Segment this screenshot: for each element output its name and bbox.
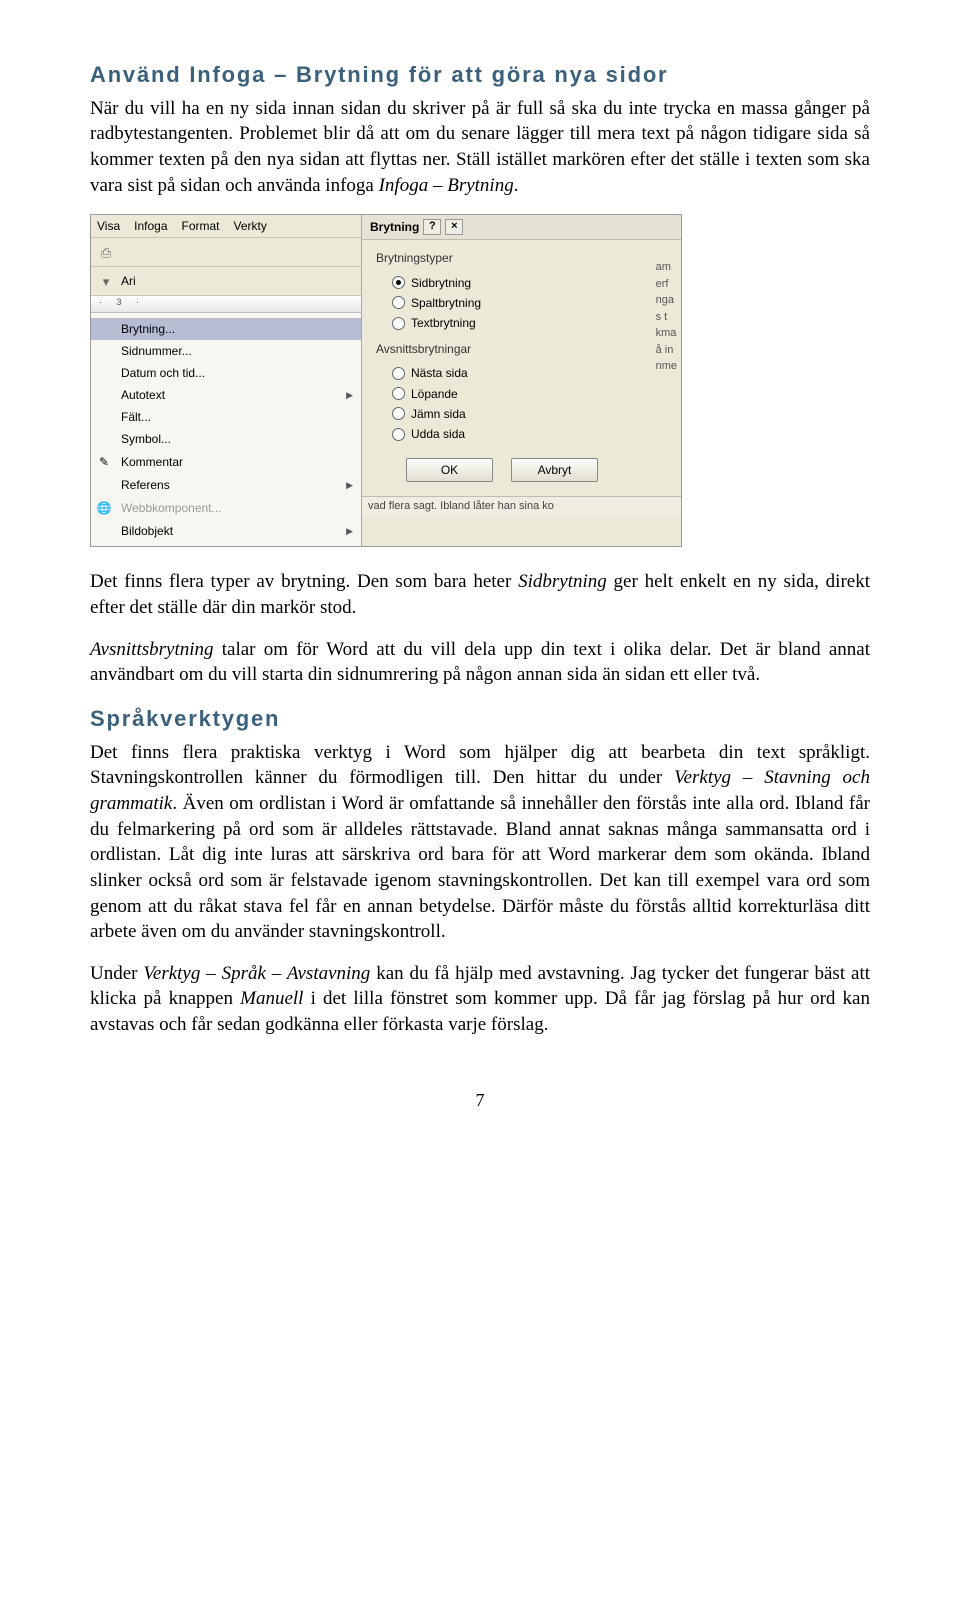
hyphenation-paragraph: Under Verktyg – Språk – Avstavning kan d…	[90, 961, 870, 1038]
horizontal-ruler: · 3 ·	[91, 296, 361, 313]
radio-label: Textbrytning	[411, 315, 476, 331]
menu-item-falt[interactable]: Fält...	[91, 406, 361, 428]
radio-jamn-sida[interactable]: Jämn sida	[376, 404, 667, 424]
menu-item-label: Webbkomponent...	[121, 502, 222, 514]
app-left-panel: Visa Infoga Format Verkty ⎙ ▾ Ari · 3 · …	[91, 215, 362, 546]
menu-path-avstavning: Verktyg – Språk – Avstavning	[143, 963, 370, 984]
dialog-title-text: Brytning	[370, 219, 419, 235]
menu-item-autotext[interactable]: Autotext ▶	[91, 384, 361, 406]
radio-textbrytning[interactable]: Textbrytning	[376, 313, 667, 333]
radio-icon	[392, 317, 405, 330]
dialog-button-row: OK Avbryt	[376, 458, 667, 482]
dialog-titlebar: Brytning ? ×	[362, 215, 681, 240]
menu-item-symbol[interactable]: Symbol...	[91, 428, 361, 450]
menu-item-label: Symbol...	[121, 433, 171, 445]
term-sidbrytning: Sidbrytning	[518, 571, 607, 592]
menu-bar: Visa Infoga Format Verkty	[91, 215, 361, 238]
radio-label: Nästa sida	[411, 365, 468, 381]
menu-item-label: Brytning...	[121, 323, 175, 335]
break-dialog: am erf nga s t kma å in nme Brytning ? ×…	[362, 215, 681, 546]
font-name-field[interactable]: Ari	[121, 273, 136, 289]
menu-item-label: Autotext	[121, 389, 165, 401]
term-avsnittsbrytning: Avsnittsbrytning	[90, 639, 214, 660]
dialog-body: Brytningstyper Sidbrytning Spaltbrytning…	[362, 240, 681, 496]
menu-item-kommentar[interactable]: ✎ Kommentar	[91, 450, 361, 474]
radio-label: Jämn sida	[411, 406, 466, 422]
submenu-arrow-icon: ▶	[346, 481, 353, 490]
menu-item-label: Sidnummer...	[121, 345, 192, 357]
menu-item-referens[interactable]: Referens ▶	[91, 474, 361, 496]
text: . Även om ordlistan i Word är omfattande…	[90, 793, 870, 942]
intro-menu-path: Infoga – Brytning	[379, 175, 514, 196]
cancel-button[interactable]: Avbryt	[511, 458, 598, 482]
avsnittsbrytning-paragraph: Avsnittsbrytning talar om för Word att d…	[90, 637, 870, 688]
document-visible-line: vad flera sagt. Ibland låter han sina ko	[362, 496, 681, 516]
globe-icon: 🌐	[97, 501, 111, 515]
menu-item-bildobjekt[interactable]: Bildobjekt ▶	[91, 520, 361, 542]
radio-icon	[392, 428, 405, 441]
radio-spaltbrytning[interactable]: Spaltbrytning	[376, 293, 667, 313]
intro-end: .	[514, 175, 519, 196]
toolbar-row-2: ▾ Ari	[91, 267, 361, 296]
menu-item-sidnummer[interactable]: Sidnummer...	[91, 340, 361, 362]
insert-menu-dropdown: Brytning... Sidnummer... Datum och tid..…	[91, 313, 361, 546]
button-name-manuell: Manuell	[240, 988, 303, 1009]
radio-lopande[interactable]: Löpande	[376, 384, 667, 404]
spellcheck-paragraph: Det finns flera praktiska verktyg i Word…	[90, 740, 870, 945]
menu-item-label: Fält...	[121, 411, 151, 423]
screenshot-figure: Visa Infoga Format Verkty ⎙ ▾ Ari · 3 · …	[90, 214, 682, 547]
menu-format[interactable]: Format	[182, 218, 220, 234]
menu-item-datum[interactable]: Datum och tid...	[91, 362, 361, 384]
toolbar-row-1: ⎙	[91, 238, 361, 267]
menu-infoga[interactable]: Infoga	[134, 218, 167, 234]
close-button[interactable]: ×	[445, 219, 463, 235]
heading-sprakverktygen: Språkverktygen	[90, 704, 870, 734]
print-icon[interactable]: ⎙	[97, 243, 115, 261]
radio-icon	[392, 387, 405, 400]
text: Det finns flera typer av brytning. Den s…	[90, 571, 518, 592]
text: Under	[90, 963, 143, 984]
radio-nasta-sida[interactable]: Nästa sida	[376, 363, 667, 383]
submenu-arrow-icon: ▶	[346, 527, 353, 536]
radio-icon	[392, 276, 405, 289]
help-button[interactable]: ?	[423, 219, 441, 235]
radio-icon	[392, 296, 405, 309]
menu-item-label: Bildobjekt	[121, 525, 173, 537]
radio-sidbrytning[interactable]: Sidbrytning	[376, 273, 667, 293]
menu-item-webbkomponent: 🌐 Webbkomponent...	[91, 496, 361, 520]
comment-icon: ✎	[97, 455, 111, 469]
menu-item-label: Referens	[121, 479, 170, 491]
dropdown-icon[interactable]: ▾	[97, 272, 115, 290]
radio-icon	[392, 407, 405, 420]
intro-paragraph: När du vill ha en ny sida innan sidan du…	[90, 96, 870, 199]
group-break-types: Brytningstyper	[376, 250, 667, 266]
heading-insert-break: Använd Infoga – Brytning för att göra ny…	[90, 60, 870, 90]
menu-item-brytning[interactable]: Brytning...	[91, 318, 361, 340]
ok-button[interactable]: OK	[406, 458, 493, 482]
group-section-breaks: Avsnittsbrytningar	[376, 341, 667, 357]
menu-visa[interactable]: Visa	[97, 218, 120, 234]
radio-label: Löpande	[411, 386, 458, 402]
menu-item-label: Datum och tid...	[121, 367, 205, 379]
page-number: 7	[90, 1088, 870, 1112]
submenu-arrow-icon: ▶	[346, 391, 353, 400]
radio-label: Spaltbrytning	[411, 295, 481, 311]
radio-icon	[392, 367, 405, 380]
radio-label: Sidbrytning	[411, 275, 471, 291]
sidbrytning-paragraph: Det finns flera typer av brytning. Den s…	[90, 569, 870, 620]
menu-verktyg[interactable]: Verkty	[234, 218, 267, 234]
menu-item-label: Kommentar	[121, 456, 183, 468]
radio-udda-sida[interactable]: Udda sida	[376, 424, 667, 444]
radio-label: Udda sida	[411, 426, 465, 442]
